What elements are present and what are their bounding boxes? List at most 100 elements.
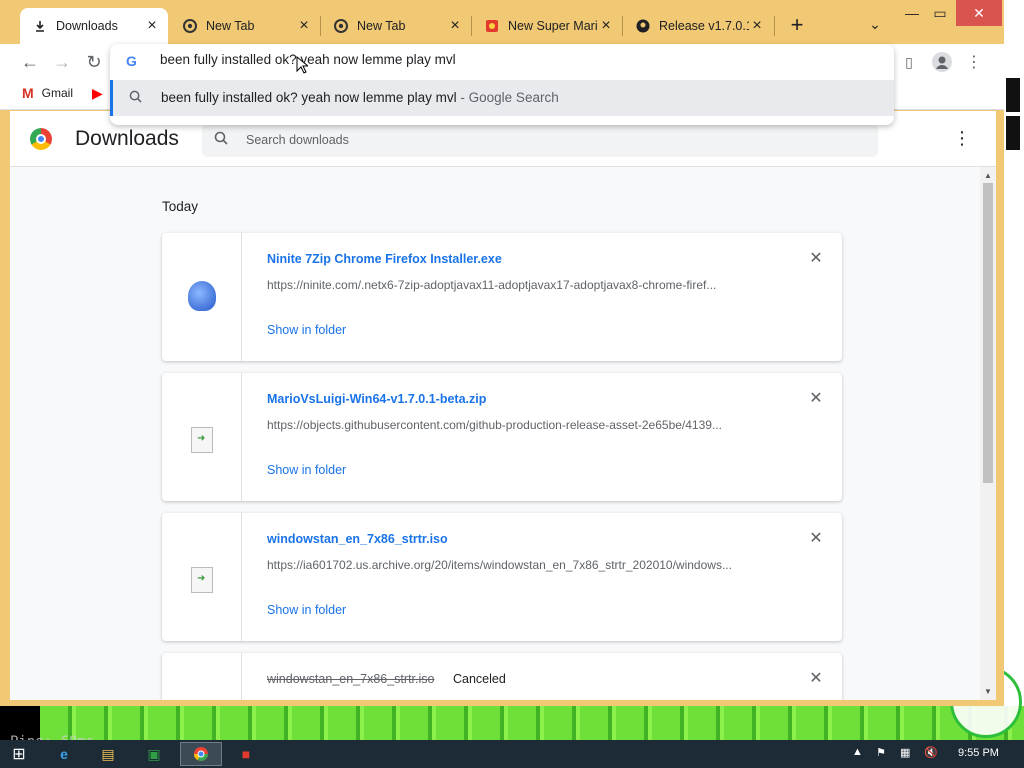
google-icon: G	[126, 53, 137, 69]
sidebar-icon[interactable]: ▯	[897, 50, 921, 74]
file-name-link[interactable]: windowstan_en_7x86_strtr.iso	[267, 532, 448, 546]
search-icon	[214, 131, 228, 148]
file-name: windowstan_en_7x86_strtr.iso	[267, 672, 435, 686]
file-url[interactable]: https://ninite.com/.netx6-7zip-adoptjava…	[267, 278, 787, 292]
close-icon[interactable]: ×	[296, 17, 312, 34]
ie-icon[interactable]: e	[44, 742, 84, 766]
tab-label: Release v1.7.0.1	[659, 19, 749, 33]
omnibox-dropdown: G been fully installed ok? yeah now lemm…	[110, 44, 894, 125]
file-icon	[191, 427, 213, 453]
download-item: windowstan_en_7x86_strtr.iso https://ia6…	[162, 513, 842, 641]
hud-digit	[1006, 78, 1020, 112]
tab-label: New Super Mari	[508, 19, 598, 33]
chrome-taskbar-icon[interactable]	[180, 742, 222, 766]
scrollbar-thumb[interactable]	[983, 183, 993, 483]
more-vert-icon[interactable]: ⋮	[962, 50, 986, 74]
file-icon	[191, 567, 213, 593]
tab-github-release[interactable]: Release v1.7.0.1 ×	[623, 8, 773, 44]
tray-arrow-icon[interactable]: ▲	[852, 746, 863, 758]
clock[interactable]: 9:55 PM	[958, 747, 999, 759]
chrome-icon	[333, 18, 349, 34]
show-in-folder-link[interactable]: Show in folder	[267, 463, 346, 477]
file-name-link[interactable]: MarioVsLuigi-Win64-v1.7.0.1-beta.zip	[267, 392, 486, 406]
downloads-page: Downloads Search downloads ⋮ Today Ninit…	[10, 111, 996, 700]
download-status: Canceled	[453, 672, 506, 686]
github-icon	[635, 18, 651, 34]
back-arrow-icon[interactable]: ←	[18, 50, 42, 74]
tab-new-super-mario[interactable]: New Super Mari ×	[472, 8, 622, 44]
close-icon[interactable]: ×	[144, 17, 160, 34]
bookmark-gmail[interactable]: M Gmail	[22, 85, 73, 101]
suggestion-query: been fully installed ok? yeah now lemme …	[161, 90, 457, 105]
show-in-folder-link[interactable]: Show in folder	[267, 603, 346, 617]
file-icon-column	[162, 373, 242, 501]
chrome-logo-icon	[30, 128, 52, 150]
remove-icon[interactable]: ✕	[808, 391, 824, 407]
excel-icon[interactable]: ▣	[134, 742, 174, 766]
tab-label: New Tab	[206, 19, 255, 33]
hud-digit	[1006, 116, 1020, 150]
ninite-icon	[188, 281, 216, 311]
maximize-button[interactable]: ▭	[924, 0, 956, 26]
close-icon[interactable]: ×	[749, 17, 765, 34]
file-name-link[interactable]: Ninite 7Zip Chrome Firefox Installer.exe	[267, 252, 502, 266]
volume-muted-icon[interactable]: 🔇	[924, 746, 938, 759]
section-date: Today	[162, 199, 199, 214]
show-in-folder-link[interactable]: Show in folder	[267, 323, 346, 337]
remove-icon[interactable]: ✕	[808, 251, 824, 267]
tab-new-tab[interactable]: New Tab ×	[321, 8, 471, 44]
download-item: MarioVsLuigi-Win64-v1.7.0.1-beta.zip htt…	[162, 373, 842, 501]
address-bar[interactable]: G been fully installed ok? yeah now lemm…	[110, 44, 894, 78]
search-placeholder: Search downloads	[246, 133, 349, 147]
file-icon-column	[162, 653, 242, 700]
gmail-icon: M	[22, 85, 34, 101]
download-item: Ninite 7Zip Chrome Firefox Installer.exe…	[162, 233, 842, 361]
avatar[interactable]	[930, 50, 954, 74]
start-icon[interactable]: ⊞	[2, 742, 36, 766]
scrollbar[interactable]: ▲ ▼	[980, 167, 996, 700]
mouse-cursor-icon	[296, 56, 308, 74]
suggestion-text: been fully installed ok? yeah now lemme …	[161, 90, 559, 105]
scroll-down-icon[interactable]: ▼	[984, 687, 992, 696]
game-ground	[40, 706, 1024, 740]
network-icon[interactable]: ▦	[900, 746, 910, 759]
forward-arrow-icon[interactable]: →	[50, 50, 74, 74]
download-icon	[32, 18, 48, 34]
taskbar: ⊞ e ▤ ▣ ■ ▲ ⚑ ▦ 🔇 9:55 PM	[0, 740, 1024, 768]
game-hud-strip	[1004, 0, 1024, 710]
bookmark-youtube[interactable]: ▶	[92, 85, 111, 102]
tab-search-icon[interactable]: ⌄	[866, 16, 884, 34]
mario-taskbar-icon[interactable]: ■	[226, 742, 266, 766]
flag-icon[interactable]: ⚑	[876, 746, 886, 759]
reload-icon[interactable]: ↻	[82, 50, 106, 74]
chrome-icon	[182, 18, 198, 34]
file-url[interactable]: https://ia601702.us.archive.org/20/items…	[267, 558, 787, 572]
search-icon	[129, 90, 142, 106]
tab-new-tab[interactable]: New Tab ×	[170, 8, 320, 44]
bookmark-label: Gmail	[41, 86, 74, 100]
file-icon-column	[162, 233, 242, 361]
close-icon[interactable]: ×	[598, 17, 614, 34]
tab-label: Downloads	[56, 19, 118, 33]
remove-icon[interactable]: ✕	[808, 531, 824, 547]
mario-icon	[484, 18, 500, 34]
youtube-icon: ▶	[92, 85, 103, 101]
scroll-up-icon[interactable]: ▲	[984, 171, 992, 180]
tab-strip: Downloads × New Tab × New Tab × New Supe…	[0, 0, 1004, 44]
file-explorer-icon[interactable]: ▤	[88, 742, 128, 766]
new-tab-button[interactable]: +	[786, 14, 808, 36]
file-icon-column	[162, 513, 242, 641]
close-icon[interactable]: ×	[447, 17, 463, 34]
remove-icon[interactable]: ✕	[808, 671, 824, 687]
search-downloads-field[interactable]: Search downloads	[202, 123, 878, 157]
omnibox-suggestion[interactable]: been fully installed ok? yeah now lemme …	[110, 80, 894, 116]
download-item-canceled: windowstan_en_7x86_strtr.iso Canceled ✕	[162, 653, 842, 700]
suggestion-description: - Google Search	[456, 90, 559, 105]
tab-label: New Tab	[357, 19, 406, 33]
tab-downloads[interactable]: Downloads ×	[20, 8, 168, 44]
tab-separator	[774, 16, 775, 36]
more-vert-icon[interactable]: ⋮	[950, 128, 974, 152]
window-close-button[interactable]: ✕	[956, 0, 1002, 26]
page-title: Downloads	[75, 127, 179, 150]
file-url[interactable]: https://objects.githubusercontent.com/gi…	[267, 418, 787, 432]
